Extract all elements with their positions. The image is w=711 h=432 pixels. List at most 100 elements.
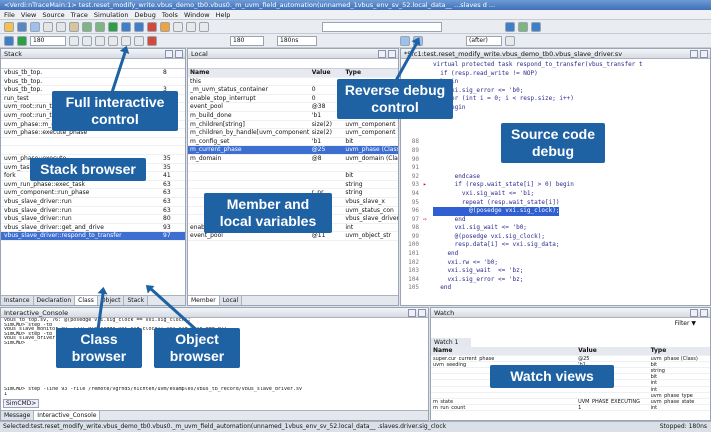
menu-item-tools[interactable]: Tools xyxy=(162,10,178,19)
tab-interactive-console[interactable]: Interactive_Console xyxy=(34,411,101,420)
source-line[interactable]: 94 vxi.sig_wait <= 'b1; xyxy=(401,190,710,199)
save-icon[interactable] xyxy=(17,21,27,32)
close-icon[interactable] xyxy=(388,50,396,58)
source-line[interactable]: 100 resp.data[i] <= vxi.sig_data; xyxy=(401,241,710,250)
local-variable-row[interactable]: m_current_phase @25 uvm_phase (Class) xyxy=(188,146,398,155)
step-into-icon[interactable] xyxy=(134,21,144,32)
local-variable-row[interactable]: m_children[string] size(2) uvm_component xyxy=(188,121,398,130)
close-icon[interactable] xyxy=(700,309,708,317)
source-line[interactable]: 102 vxi.rw <= 'b0; xyxy=(401,259,710,268)
zoom-input[interactable]: 180 xyxy=(30,35,66,46)
console-prompt[interactable]: SimCMD> xyxy=(3,399,39,408)
source-line[interactable]: 99 @(posedge vxi.sig_clock); xyxy=(401,233,710,242)
local-variable-row[interactable]: m_domain@8uvm_domain (Class) xyxy=(188,155,398,164)
local-variable-row[interactable]: m_children_by_handle[uvm_component] size(… xyxy=(188,129,398,138)
local-column-name[interactable]: Name xyxy=(188,69,310,78)
breakpoint-icon[interactable] xyxy=(173,21,183,32)
watch-column-value[interactable]: Value xyxy=(576,347,649,356)
menu-item-trace[interactable]: Trace xyxy=(71,10,88,19)
time-input[interactable]: 180 xyxy=(230,35,264,46)
stop-icon[interactable] xyxy=(147,21,157,32)
stack-frame-row[interactable] xyxy=(1,146,185,155)
restart-icon[interactable] xyxy=(160,21,170,32)
menu-item-simulation[interactable]: Simulation xyxy=(94,10,129,19)
tab-declaration[interactable]: Declaration xyxy=(33,296,76,305)
source-line[interactable]: 92 endcase xyxy=(401,173,710,182)
float-icon[interactable] xyxy=(690,50,698,58)
local-variable-row[interactable]: string xyxy=(188,181,398,190)
stack-frame-row[interactable]: vbus_slave_driver::get_and_drive 93 xyxy=(1,224,185,233)
local-column-type[interactable]: Type xyxy=(343,69,398,78)
local-variable-row[interactable]: m_config_set'b1 bit xyxy=(188,138,398,147)
new-window-icon[interactable] xyxy=(30,21,40,32)
step-mode-select[interactable]: (after) xyxy=(466,35,502,46)
reverse-debug-icon[interactable] xyxy=(505,21,515,32)
stack-filter-bar[interactable] xyxy=(1,59,185,69)
step-back-icon[interactable] xyxy=(400,35,410,46)
tab-member[interactable]: Member xyxy=(188,296,220,305)
local-variable-row[interactable] xyxy=(188,164,398,173)
tab-local[interactable]: Local xyxy=(219,296,243,305)
menu-item-view[interactable]: View xyxy=(21,10,36,19)
tab-class[interactable]: Class xyxy=(75,296,98,305)
source-line[interactable]: 91 xyxy=(401,164,710,173)
local-variable-row[interactable]: bit xyxy=(188,172,398,181)
close-icon[interactable] xyxy=(700,50,708,58)
float-icon[interactable] xyxy=(378,50,386,58)
cut-icon[interactable] xyxy=(43,21,53,32)
source-line[interactable]: 103 vxi.sig_wait <= 'bz; xyxy=(401,267,710,276)
local-filter-bar[interactable] xyxy=(188,59,398,69)
source-line[interactable]: 93 ▸ if (resp.wait_state[i] > 0) begin xyxy=(401,181,710,190)
signal-icon[interactable] xyxy=(69,35,79,46)
stack-frame-row[interactable]: uvm_run_phase::exec_task 63 xyxy=(1,181,185,190)
tab-stack[interactable]: Stack xyxy=(124,296,149,305)
watch-icon[interactable] xyxy=(186,21,196,32)
menu-item-file[interactable]: File xyxy=(4,10,15,19)
breakpoint-list-icon[interactable] xyxy=(505,35,515,46)
menu-item-debug[interactable]: Debug xyxy=(135,10,156,19)
source-line[interactable]: 104 vxi.sig_error <= 'bz; xyxy=(401,276,710,285)
zoom-icon[interactable] xyxy=(199,21,209,32)
source-line[interactable]: 98 vxi.sig_wait <= 'b0; xyxy=(401,224,710,233)
stack-frame-row[interactable]: uvm_component::run_phase 63 xyxy=(1,189,185,198)
flag-icon[interactable] xyxy=(147,35,157,46)
forward-icon[interactable] xyxy=(17,35,27,46)
redo-icon[interactable] xyxy=(95,21,105,32)
search-icon[interactable] xyxy=(134,35,144,46)
open-icon[interactable] xyxy=(4,21,14,32)
watch-tab[interactable]: Watch 1 xyxy=(431,338,471,347)
stack-frame-row[interactable]: vbus_slave_driver::run 63 xyxy=(1,207,185,216)
source-line[interactable]: if (resp.read_write != NOP) xyxy=(401,70,710,79)
watch-row[interactable]: m_run_count 1 int xyxy=(431,405,710,412)
close-icon[interactable] xyxy=(175,50,183,58)
trace-icon[interactable] xyxy=(82,35,92,46)
source-line[interactable]: 97 ⇨ end xyxy=(401,216,710,225)
load-icon[interactable] xyxy=(108,35,118,46)
local-variable-row[interactable]: event_pool @11 uvm_object_str xyxy=(188,232,398,241)
source-line[interactable]: 96 @(posedge vxi.sig_clock); xyxy=(401,207,710,216)
step-over-icon[interactable] xyxy=(121,21,131,32)
back-icon[interactable] xyxy=(4,35,14,46)
source-line[interactable]: 95 repeat (resp.wait_state[i]) xyxy=(401,199,710,208)
settings-icon[interactable] xyxy=(518,21,528,32)
source-line[interactable]: virtual protected task respond_to_transf… xyxy=(401,61,710,70)
stack-frame-row[interactable]: vbus_slave_driver::run 63 xyxy=(1,198,185,207)
float-icon[interactable] xyxy=(408,309,416,317)
driver-icon[interactable] xyxy=(95,35,105,46)
stack-frame-row[interactable]: vbus_tb_top. 8 xyxy=(1,69,185,78)
watch-column-name[interactable]: Name xyxy=(431,347,577,356)
sim-time-input[interactable]: 180ns xyxy=(277,35,317,46)
source-line[interactable]: 105 end xyxy=(401,284,710,293)
close-icon[interactable] xyxy=(418,309,426,317)
local-column-value[interactable]: Value xyxy=(309,69,344,78)
command-input[interactable] xyxy=(322,21,442,32)
watch-column-type[interactable]: Type xyxy=(648,347,710,356)
menu-item-help[interactable]: Help xyxy=(216,10,231,19)
undo-icon[interactable] xyxy=(82,21,92,32)
stack-frame-row[interactable]: vbus_tb_top. xyxy=(1,78,185,87)
paste-icon[interactable] xyxy=(69,21,79,32)
source-line[interactable]: 101 end xyxy=(401,250,710,259)
stack-frame-row[interactable] xyxy=(1,138,185,147)
copy-icon[interactable] xyxy=(56,21,66,32)
stack-frame-row[interactable]: vbus_slave_driver::run 80 xyxy=(1,215,185,224)
